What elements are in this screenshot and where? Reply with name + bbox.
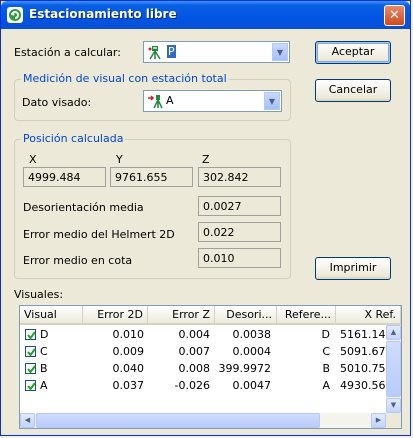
table-row[interactable]: A 0.037 -0.026 0.0047 A 4930.567 [20, 377, 393, 394]
z-value-field: 302.842 [198, 167, 281, 187]
cell-error-z: 0.004 [178, 328, 211, 341]
row-checkbox[interactable] [25, 329, 36, 340]
visual-group-title: Medición de visual con estación total [21, 72, 229, 85]
z-label: Z [202, 153, 210, 166]
station-combo[interactable]: P ▼ [143, 41, 290, 63]
cell-disorientation: 0.0047 [232, 379, 272, 392]
dialog-window: Estacionamiento libre ✕ Estación a calcu… [0, 0, 411, 436]
station-icon [147, 44, 163, 60]
cell-error-2d: 0.040 [112, 362, 145, 375]
cell-disorientation: 0.0004 [232, 345, 272, 358]
cell-visual: B [40, 362, 48, 375]
column-header-reference[interactable]: Refere... [277, 306, 336, 323]
vertical-scrollbar[interactable]: ▲ ▼ [386, 325, 401, 413]
column-header-disorientation[interactable]: Desori... [215, 306, 277, 323]
cell-reference: C [322, 345, 330, 358]
station-label: Estación a calcular: [14, 46, 121, 59]
target-combo[interactable]: A ▼ [143, 90, 282, 112]
cell-visual: C [40, 345, 48, 358]
horizontal-scroll-thumb[interactable] [36, 413, 320, 428]
station-value: P [167, 45, 176, 58]
title-bar[interactable]: Estacionamiento libre ✕ [1, 1, 410, 29]
table-row[interactable]: C 0.009 0.007 0.0004 C 5091.679 [20, 343, 393, 360]
column-header-error-2d[interactable]: Error 2D [83, 306, 148, 323]
horizontal-scrollbar[interactable]: ◀ ▶ [20, 413, 386, 428]
orientation-value-field: 0.0027 [198, 196, 281, 216]
cell-x-ref: 5091.679 [340, 345, 393, 358]
scroll-up-icon[interactable]: ▲ [386, 325, 401, 340]
accept-button[interactable]: Aceptar [315, 41, 391, 64]
table-row[interactable]: D 0.010 0.004 0.0038 D 5161.141 [20, 326, 393, 343]
cell-disorientation: 0.0038 [232, 328, 272, 341]
cancel-button[interactable]: Cancelar [315, 79, 391, 102]
y-value-field: 9761.655 [110, 167, 193, 187]
height-error-label: Error medio en cota [23, 254, 133, 267]
scroll-down-icon[interactable]: ▼ [386, 398, 401, 413]
target-point-icon [147, 93, 163, 109]
target-label: Dato visado: [22, 96, 92, 109]
helmert-label: Error medio del Helmert 2D [23, 228, 175, 241]
table-row[interactable]: B 0.040 0.008 399.9972 B 5010.750 [20, 360, 393, 377]
cell-reference: B [322, 362, 330, 375]
app-icon [7, 7, 23, 23]
position-group-title: Posición calculada [21, 132, 126, 145]
cell-error-z: 0.008 [178, 362, 211, 375]
row-checkbox[interactable] [25, 346, 36, 357]
list-header: Visual Error 2D Error Z Desori... Refere… [20, 306, 401, 325]
x-value-field: 4999.484 [23, 167, 106, 187]
vertical-scroll-thumb[interactable] [386, 341, 401, 397]
close-icon: ✕ [389, 8, 400, 23]
visuals-list[interactable]: Visual Error 2D Error Z Desori... Refere… [19, 305, 402, 429]
cell-error-2d: 0.010 [112, 328, 145, 341]
cell-visual: D [40, 328, 49, 341]
cell-reference: A [322, 379, 330, 392]
row-checkbox[interactable] [25, 363, 36, 374]
cell-visual: A [40, 379, 48, 392]
cell-error-2d: 0.009 [112, 345, 145, 358]
cell-error-2d: 0.037 [112, 379, 145, 392]
cell-x-ref: 5161.141 [340, 328, 393, 341]
column-header-visual[interactable]: Visual [20, 306, 83, 323]
row-checkbox[interactable] [25, 380, 36, 391]
chevron-down-icon[interactable]: ▼ [272, 43, 288, 61]
cell-reference: D [321, 328, 330, 341]
target-value: A [166, 94, 174, 107]
orientation-label: Desorientación media [23, 201, 144, 214]
scrollbar-corner [386, 413, 401, 428]
y-label: Y [116, 153, 123, 166]
column-header-x-ref[interactable]: X Ref. [336, 306, 401, 323]
height-error-value-field: 0.010 [198, 248, 281, 268]
x-label: X [29, 153, 37, 166]
scroll-left-icon[interactable]: ◀ [20, 413, 35, 428]
print-button[interactable]: Imprimir [315, 257, 391, 280]
window-title: Estacionamiento libre [29, 7, 177, 21]
cell-x-ref: 4930.567 [340, 379, 393, 392]
visuals-label: Visuales: [14, 288, 64, 301]
chevron-down-icon[interactable]: ▼ [264, 92, 280, 110]
cell-disorientation: 399.9972 [218, 362, 272, 375]
cell-error-z: -0.026 [174, 379, 210, 392]
column-header-error-z[interactable]: Error Z [148, 306, 215, 323]
scroll-right-icon[interactable]: ▶ [371, 413, 386, 428]
helmert-value-field: 0.022 [198, 222, 281, 242]
cell-x-ref: 5010.750 [340, 362, 393, 375]
cell-error-z: 0.007 [178, 345, 211, 358]
close-button[interactable]: ✕ [384, 5, 405, 26]
